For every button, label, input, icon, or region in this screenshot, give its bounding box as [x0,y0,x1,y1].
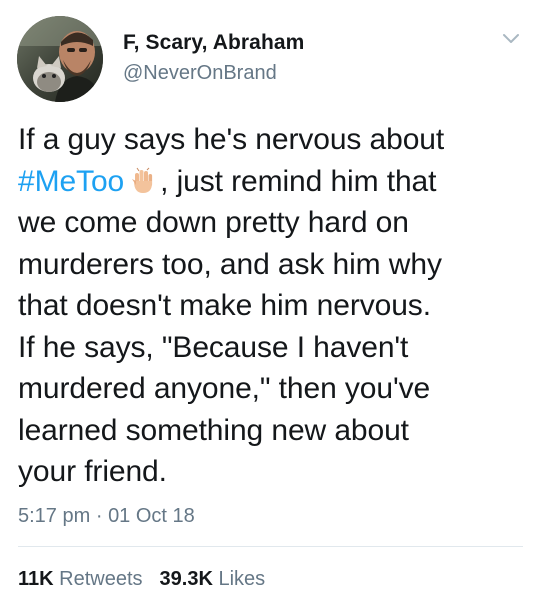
tweet-date: 01 Oct 18 [108,505,195,527]
tweet-line: your friend. [18,455,167,488]
retweets-stat[interactable]: 11K Retweets [18,568,143,590]
retweets-label: Retweets [59,568,143,590]
likes-stat[interactable]: 39.3K Likes [160,568,266,590]
avatar[interactable] [17,16,103,102]
retweets-count: 11K [18,568,54,590]
tweet-time: 5:17 pm [18,505,91,527]
divider [18,546,523,547]
tweet-line: murderers too, and ask him why [18,247,442,281]
likes-count: 39.3K [159,568,213,590]
tweet-line: learned something new about [18,413,409,447]
tweet-line: we come down pretty hard on [18,206,409,239]
tweet-line: If a guy says he's nervous about [18,123,445,156]
tweet-line: If he says, "Because I haven't [18,330,409,364]
avatar-image [17,16,103,102]
tweet-line: that doesn't make him nervous. [18,289,431,322]
tweet-line: #MeToo , just remind him that [18,161,533,203]
chevron-down-icon[interactable] [500,30,522,46]
meta-separator: · [95,505,103,527]
tweet-line-text: , just remind him that [160,164,437,198]
tweet-line: murdered anyone," then you've [18,372,431,405]
tweet-card: F, Scary, Abraham @NeverOnBrand If a guy… [0,0,539,600]
user-handle[interactable]: @NeverOnBrand [123,62,277,85]
hashtag-link[interactable]: #MeToo [18,165,124,198]
display-name[interactable]: F, Scary, Abraham [123,31,304,55]
raised-hand-emoji [132,167,153,193]
tweet-stats: 11K Retweets 39.3K Likes [18,568,265,591]
likes-label: Likes [218,568,266,590]
tweet-timestamp[interactable]: 5:17 pm · 01 Oct 18 [18,505,195,528]
tweet-text: If a guy says he's nervous about #MeToo … [18,119,533,493]
